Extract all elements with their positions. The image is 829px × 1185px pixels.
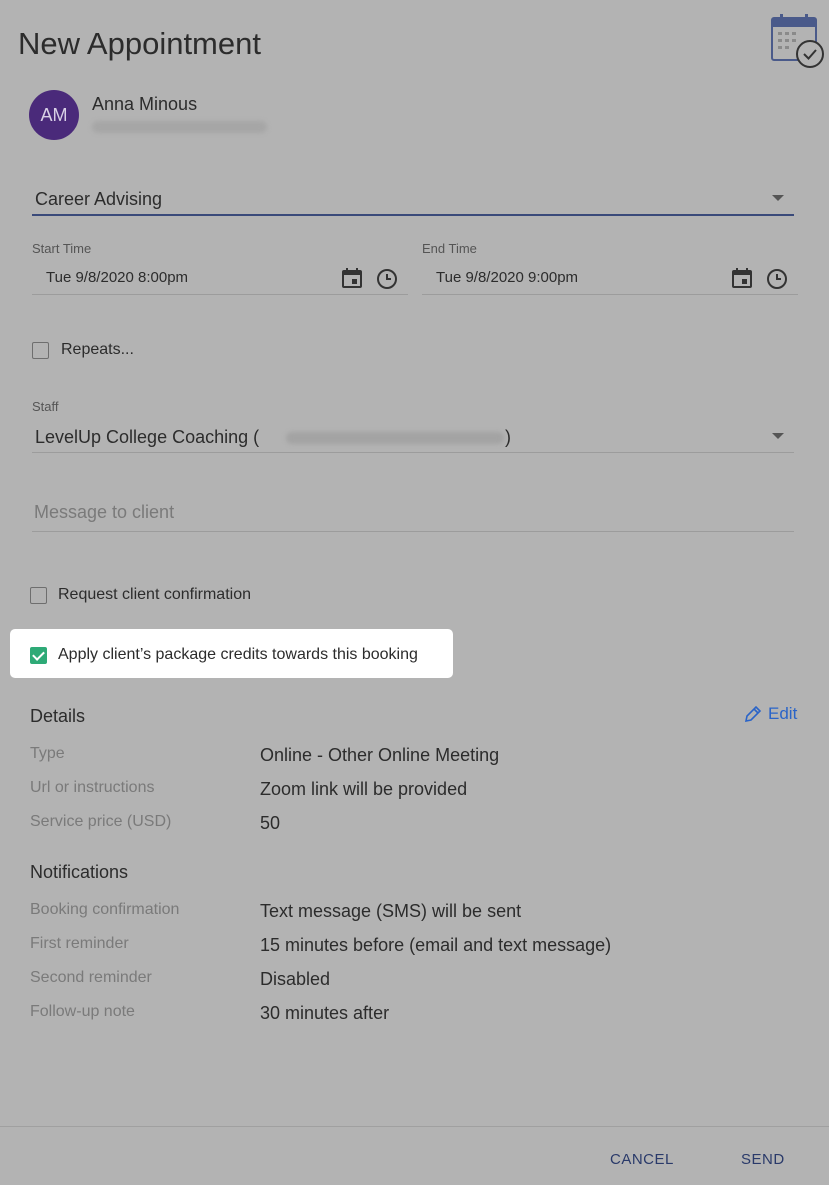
client-email-redacted bbox=[92, 121, 267, 133]
send-button[interactable]: SEND bbox=[741, 1151, 785, 1168]
caret-down-icon bbox=[772, 433, 784, 439]
end-time-label: End Time bbox=[422, 241, 477, 256]
staff-select[interactable]: LevelUp College Coaching ( ) bbox=[32, 420, 794, 453]
end-time-field[interactable]: Tue 9/8/2020 9:00pm bbox=[422, 264, 798, 295]
detail-value-type: Online - Other Online Meeting bbox=[260, 745, 500, 765]
clock-icon[interactable] bbox=[376, 268, 398, 290]
page-title: New Appointment bbox=[18, 26, 261, 61]
detail-label-price: Service price (USD) bbox=[30, 813, 172, 830]
caret-down-icon bbox=[772, 195, 784, 201]
pencil-icon bbox=[744, 705, 762, 723]
service-select[interactable]: Career Advising bbox=[32, 180, 794, 216]
request-confirmation-label[interactable]: Request client confirmation bbox=[58, 586, 251, 604]
detail-label-url: Url or instructions bbox=[30, 779, 155, 796]
calendar-check-icon bbox=[771, 14, 824, 68]
avatar-initials: AM bbox=[40, 104, 68, 125]
notifications-title: Notifications bbox=[30, 862, 129, 882]
notification-label-first: First reminder bbox=[30, 935, 129, 952]
notification-label-followup: Follow-up note bbox=[30, 1003, 135, 1020]
apply-credits-label[interactable]: Apply client’s package credits towards t… bbox=[58, 646, 418, 664]
calendar-icon[interactable] bbox=[732, 268, 752, 288]
notification-value-booking: Text message (SMS) will be sent bbox=[260, 901, 522, 921]
staff-select-value: LevelUp College Coaching ( bbox=[35, 427, 260, 447]
notification-value-followup: 30 minutes after bbox=[260, 1003, 390, 1023]
checkmark-icon bbox=[32, 648, 45, 661]
start-time-value: Tue 9/8/2020 8:00pm bbox=[46, 269, 189, 286]
start-time-label: Start Time bbox=[32, 241, 92, 256]
message-input[interactable] bbox=[32, 502, 636, 523]
repeats-checkbox[interactable] bbox=[32, 342, 49, 359]
request-confirmation-checkbox[interactable] bbox=[30, 587, 47, 604]
detail-value-url: Zoom link will be provided bbox=[260, 779, 468, 799]
detail-value-price: 50 bbox=[260, 813, 281, 833]
staff-select-suffix: ) bbox=[505, 427, 511, 447]
footer-divider bbox=[0, 1126, 829, 1127]
client-name: Anna Minous bbox=[92, 94, 198, 114]
start-time-field[interactable]: Tue 9/8/2020 8:00pm bbox=[32, 264, 408, 295]
message-field[interactable] bbox=[32, 500, 794, 532]
clock-icon[interactable] bbox=[766, 268, 788, 290]
apply-credits-checkbox[interactable] bbox=[30, 647, 47, 664]
edit-details-link[interactable]: Edit bbox=[744, 704, 797, 724]
staff-label: Staff bbox=[32, 399, 59, 414]
details-title: Details bbox=[30, 706, 86, 726]
calendar-icon[interactable] bbox=[342, 268, 362, 288]
edit-label: Edit bbox=[768, 704, 798, 723]
notification-label-booking: Booking confirmation bbox=[30, 901, 180, 918]
avatar: AM bbox=[29, 90, 79, 140]
notification-label-second: Second reminder bbox=[30, 969, 152, 986]
service-select-value: Career Advising bbox=[35, 189, 163, 209]
staff-email-redacted bbox=[286, 432, 504, 444]
cancel-button[interactable]: CANCEL bbox=[610, 1151, 674, 1168]
end-time-value: Tue 9/8/2020 9:00pm bbox=[436, 269, 579, 286]
notification-value-first: 15 minutes before (email and text messag… bbox=[260, 935, 612, 955]
repeats-label[interactable]: Repeats... bbox=[61, 341, 134, 359]
detail-label-type: Type bbox=[30, 745, 65, 762]
notification-value-second: Disabled bbox=[260, 969, 331, 989]
